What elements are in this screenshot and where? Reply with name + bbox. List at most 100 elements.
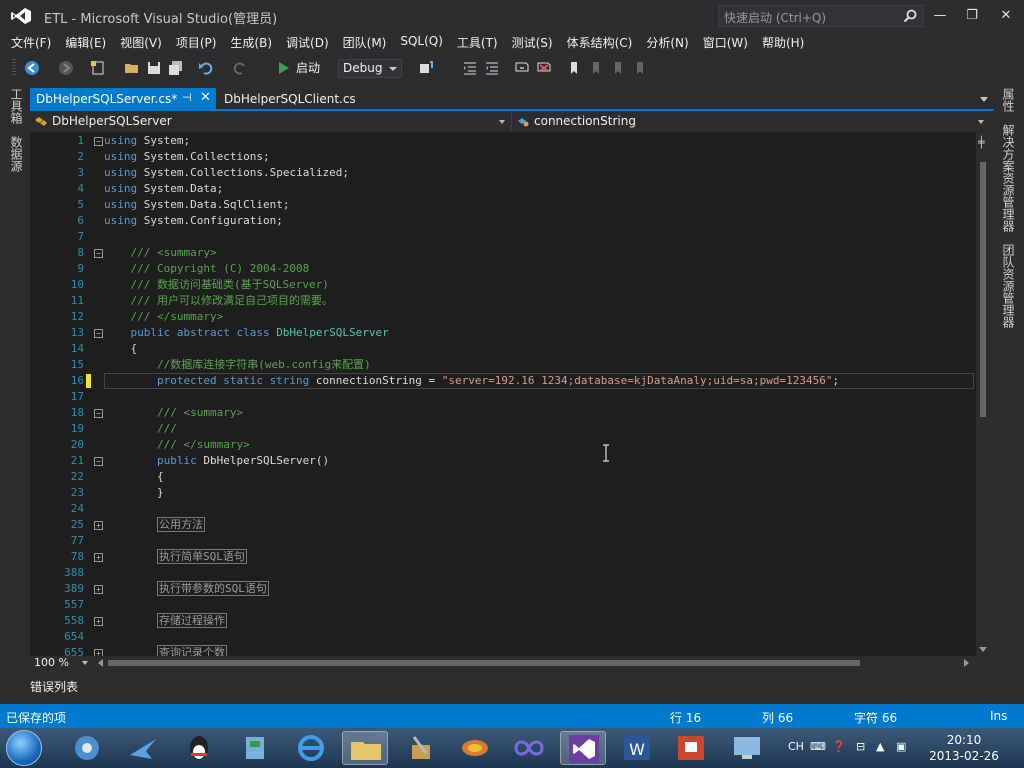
indent-icon[interactable] [462,60,478,76]
next-bookmark-icon[interactable] [610,60,626,76]
quick-launch-input[interactable]: 快速启动 (Ctrl+Q) [718,5,924,27]
network-icon[interactable]: ⊟ [856,740,865,753]
menu-architecture[interactable]: 体系结构(C) [560,32,640,52]
menu-help[interactable]: 帮助(H) [755,32,811,52]
taskbar-app-tools[interactable] [398,731,444,765]
fold-expand-icon[interactable]: + [94,617,103,626]
fold-expand-icon[interactable]: + [94,521,103,530]
fold-collapse-icon[interactable]: − [94,249,103,258]
taskbar-app-remote[interactable] [724,731,770,765]
type-dropdown[interactable]: DbHelperSQLServer [30,112,512,131]
system-clock[interactable]: 20:10 2013-02-26 [928,732,1000,764]
tab-dbhelpersqlserver[interactable]: DbHelperSQLServer.cs* ⊣ ✕ [30,88,216,111]
zoom-select[interactable]: 100 % [34,656,69,669]
fold-expand-icon[interactable]: + [94,553,103,562]
undo-icon[interactable] [198,60,214,76]
search-icon[interactable] [903,9,917,23]
error-list-tab[interactable]: 错误列表 [30,678,78,695]
scroll-down-icon[interactable] [979,647,987,652]
menu-tools[interactable]: 工具(T) [450,32,505,52]
scroll-right-icon[interactable] [964,659,969,667]
code-text: } [104,486,164,499]
collapsed-region[interactable]: 执行简单SQL语句 [156,549,247,564]
start-debug-button[interactable]: 启动 [276,59,320,77]
clear-bookmarks-icon[interactable] [632,60,648,76]
menu-analyze[interactable]: 分析(N) [639,32,695,52]
scroll-thumb[interactable] [980,162,986,417]
menu-debug[interactable]: 调试(D) [279,32,336,52]
taskbar-app-visual-studio[interactable] [560,731,606,765]
tab-dbhelpersqlclient[interactable]: DbHelperSQLClient.cs [218,88,358,111]
solution-explorer-tab[interactable]: 解决方案资源管理器 [1000,124,1017,232]
menu-build[interactable]: 生成(B) [223,32,279,52]
fold-collapse-icon[interactable]: − [94,329,103,338]
collapsed-region[interactable]: 公用方法 [156,517,205,532]
solution-config-select[interactable]: Debug [338,59,402,78]
taskbar-app-settings[interactable] [232,731,278,765]
save-icon[interactable] [146,60,162,76]
menu-test[interactable]: 测试(S) [505,32,560,52]
member-dropdown[interactable]: connectionString [514,112,990,131]
horizontal-scroll-thumb[interactable] [108,660,860,666]
taskbar-app-ie[interactable] [288,731,334,765]
minimize-button[interactable]: — [930,6,950,26]
bookmark-icon[interactable] [566,60,582,76]
menu-file[interactable]: 文件(F) [4,32,58,52]
code-editor[interactable]: 1− using System; 2 using System.Collection… [30,132,990,656]
config-value: Debug [343,61,383,75]
taskbar-app-ssms[interactable] [452,731,498,765]
new-project-icon[interactable] [90,60,106,76]
uncomment-icon[interactable] [536,60,552,76]
menu-project[interactable]: 项目(P) [169,32,224,52]
scroll-left-icon[interactable] [98,659,103,667]
restore-button[interactable]: ❐ [962,6,982,26]
toolbox-tab[interactable]: 工具箱 [8,88,25,124]
chevron-down-icon[interactable] [82,661,88,665]
save-all-icon[interactable] [168,60,184,76]
help-icon[interactable]: ❓ [832,740,846,753]
fold-expand-icon[interactable]: + [94,649,103,656]
toolbar-grip[interactable] [12,59,16,77]
taskbar-app-powerpoint[interactable] [668,731,714,765]
fold-collapse-icon[interactable]: − [94,409,103,418]
find-in-files-icon[interactable] [418,60,434,76]
pin-icon[interactable]: ⊣ [182,91,192,104]
clipboard-icon[interactable]: ▣ [896,740,906,753]
fold-expand-icon[interactable]: + [94,585,103,594]
back-icon[interactable] [24,60,40,76]
collapsed-region[interactable]: 存储过程操作 [156,613,227,628]
start-button[interactable] [6,730,42,766]
taskbar-app-qq[interactable] [176,731,222,765]
taskbar-app-word[interactable]: W [614,731,660,765]
taskbar-app-bird[interactable] [120,731,166,765]
menu-sql[interactable]: SQL(Q) [393,32,450,52]
split-icon[interactable]: ╪ [978,136,985,149]
team-explorer-tab[interactable]: 团队资源管理器 [1000,244,1017,328]
editor-vertical-scrollbar[interactable]: ╪ [976,132,990,656]
datasources-tab[interactable]: 数据源 [8,136,25,172]
menu-edit[interactable]: 编辑(E) [58,32,113,52]
properties-tab[interactable]: 属性 [1000,88,1017,112]
open-icon[interactable] [124,60,140,76]
menu-view[interactable]: 视图(V) [113,32,169,52]
taskbar-app-explorer[interactable] [342,731,388,765]
outdent-icon[interactable] [484,60,500,76]
redo-icon[interactable] [232,60,248,76]
taskbar-app-vs-blend[interactable] [506,731,552,765]
taskbar-app-player[interactable] [64,731,110,765]
menu-team[interactable]: 团队(M) [336,32,394,52]
keyboard-icon[interactable]: ⌨ [810,740,826,753]
close-icon[interactable]: ✕ [200,90,211,105]
collapsed-region[interactable]: 查询记录个数 [156,645,227,656]
language-indicator[interactable]: CH [788,740,804,753]
collapsed-region[interactable]: 执行带参数的SQL语句 [156,581,269,596]
forward-icon[interactable] [58,60,74,76]
fold-collapse-icon[interactable]: − [94,137,103,146]
close-button[interactable]: ✕ [996,6,1016,26]
menu-window[interactable]: 窗口(W) [696,32,755,52]
fold-collapse-icon[interactable]: − [94,457,103,466]
comment-icon[interactable] [514,60,530,76]
show-hidden-icons-icon[interactable]: ▲ [876,740,884,753]
prev-bookmark-icon[interactable] [588,60,604,76]
tab-overflow-icon[interactable] [980,97,988,102]
